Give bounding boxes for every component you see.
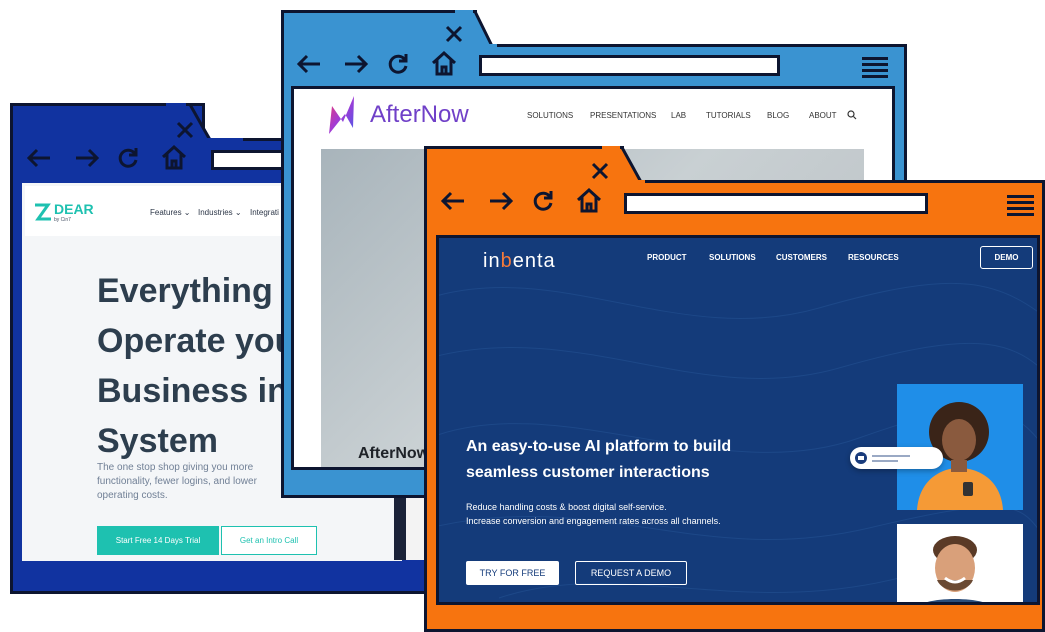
inbenta-subtext: Reduce handling costs & boost digital se… (466, 500, 721, 528)
back-arrow-icon[interactable] (26, 148, 52, 168)
chat-bubble-content (855, 452, 910, 464)
home-icon[interactable] (160, 144, 188, 170)
dear-address-bar[interactable] (211, 150, 291, 170)
dear-headline: Everything Operate you Business in Syste… (97, 266, 295, 466)
dear-subtext: The one stop shop giving you more functi… (97, 461, 257, 503)
inbenta-nav-product[interactable]: PRODUCT (647, 253, 687, 262)
customer-photo-man (897, 524, 1023, 602)
try-for-free-button[interactable]: TRY FOR FREE (466, 561, 559, 585)
dear-logo-icon (35, 203, 51, 221)
inbenta-logo-accent: b (500, 250, 513, 272)
afternow-nav-blog[interactable]: BLOG (767, 111, 789, 120)
forward-arrow-icon[interactable] (74, 148, 100, 168)
dear-subtext-line-3: operating costs. (97, 490, 168, 501)
close-icon[interactable] (590, 161, 610, 181)
home-icon[interactable] (575, 187, 603, 213)
search-icon[interactable] (847, 110, 857, 120)
dear-logo-subtext: by Cin7 (54, 217, 71, 223)
afternow-hero-caption: AfterNow (358, 445, 430, 462)
inbenta-logo-part-1: in (483, 250, 501, 272)
dear-nav-integrations[interactable]: Integrati (250, 208, 279, 217)
inbenta-logo[interactable]: inbenta (483, 250, 556, 273)
afternow-logo-icon (329, 96, 354, 134)
forward-arrow-icon[interactable] (343, 54, 369, 74)
demo-button[interactable]: DEMO (980, 246, 1033, 269)
dear-subtext-line-1: The one stop shop giving you more (97, 462, 254, 473)
dear-tab-join (13, 138, 243, 143)
close-icon[interactable] (175, 120, 195, 140)
dear-headline-line-4: System (97, 422, 218, 460)
intro-call-button[interactable]: Get an Intro Call (221, 526, 317, 555)
reload-icon[interactable] (116, 146, 140, 170)
dear-headline-line-1: Everything (97, 272, 273, 310)
start-free-trial-button[interactable]: Start Free 14 Days Trial (97, 526, 219, 555)
afternow-address-bar[interactable] (479, 55, 780, 76)
home-icon[interactable] (430, 50, 458, 76)
dear-headline-line-2: Operate you (97, 322, 296, 360)
afternow-nav-presentations[interactable]: PRESENTATIONS (590, 111, 656, 120)
dear-nav-industries[interactable]: Industries ⌄ (198, 208, 242, 217)
dear-logo-text[interactable]: DEAR (54, 201, 94, 217)
back-arrow-icon[interactable] (440, 191, 466, 211)
inbenta-headline-line-2: seamless customer interactions (466, 464, 710, 481)
chat-bubble (850, 447, 943, 469)
forward-arrow-icon[interactable] (488, 191, 514, 211)
afternow-nav-tutorials[interactable]: TUTORIALS (706, 111, 751, 120)
request-demo-button[interactable]: REQUEST A DEMO (575, 561, 687, 585)
back-arrow-icon[interactable] (296, 54, 322, 74)
inbenta-page: inbenta PRODUCT SOLUTIONS CUSTOMERS RESO… (436, 235, 1040, 605)
afternow-logo-text[interactable]: AfterNow (370, 101, 469, 129)
inbenta-subtext-line-1: Reduce handling costs & boost digital se… (466, 502, 667, 512)
inbenta-headline: An easy-to-use AI platform to build seam… (466, 434, 731, 486)
inbenta-logo-part-2: enta (512, 250, 556, 272)
dear-headline-line-3: Business in (97, 372, 288, 410)
afternow-nav-lab[interactable]: LAB (671, 111, 686, 120)
inbenta-nav-solutions[interactable]: SOLUTIONS (709, 253, 756, 262)
inbenta-nav-resources[interactable]: RESOURCES (848, 253, 899, 262)
dear-side-toolbar (394, 498, 406, 560)
man-illustration (927, 536, 983, 602)
inbenta-nav-customers[interactable]: CUSTOMERS (776, 253, 827, 262)
reload-icon[interactable] (531, 189, 555, 213)
inbenta-address-bar[interactable] (624, 193, 928, 214)
dear-nav-features[interactable]: Features ⌄ (150, 208, 191, 217)
dear-subtext-line-2: functionality, fewer logins, and lower (97, 476, 257, 487)
inbenta-headline-line-1: An easy-to-use AI platform to build (466, 438, 732, 455)
reload-icon[interactable] (386, 52, 410, 76)
inbenta-tab-join (427, 180, 645, 185)
close-icon[interactable] (444, 24, 464, 44)
afternow-nav-about[interactable]: ABOUT (809, 111, 837, 120)
inbenta-subtext-line-2: Increase conversion and engagement rates… (466, 516, 721, 526)
dear-side-panel (406, 498, 426, 560)
afternow-nav-solutions[interactable]: SOLUTIONS (527, 111, 573, 120)
afternow-tab-join (284, 44, 497, 49)
